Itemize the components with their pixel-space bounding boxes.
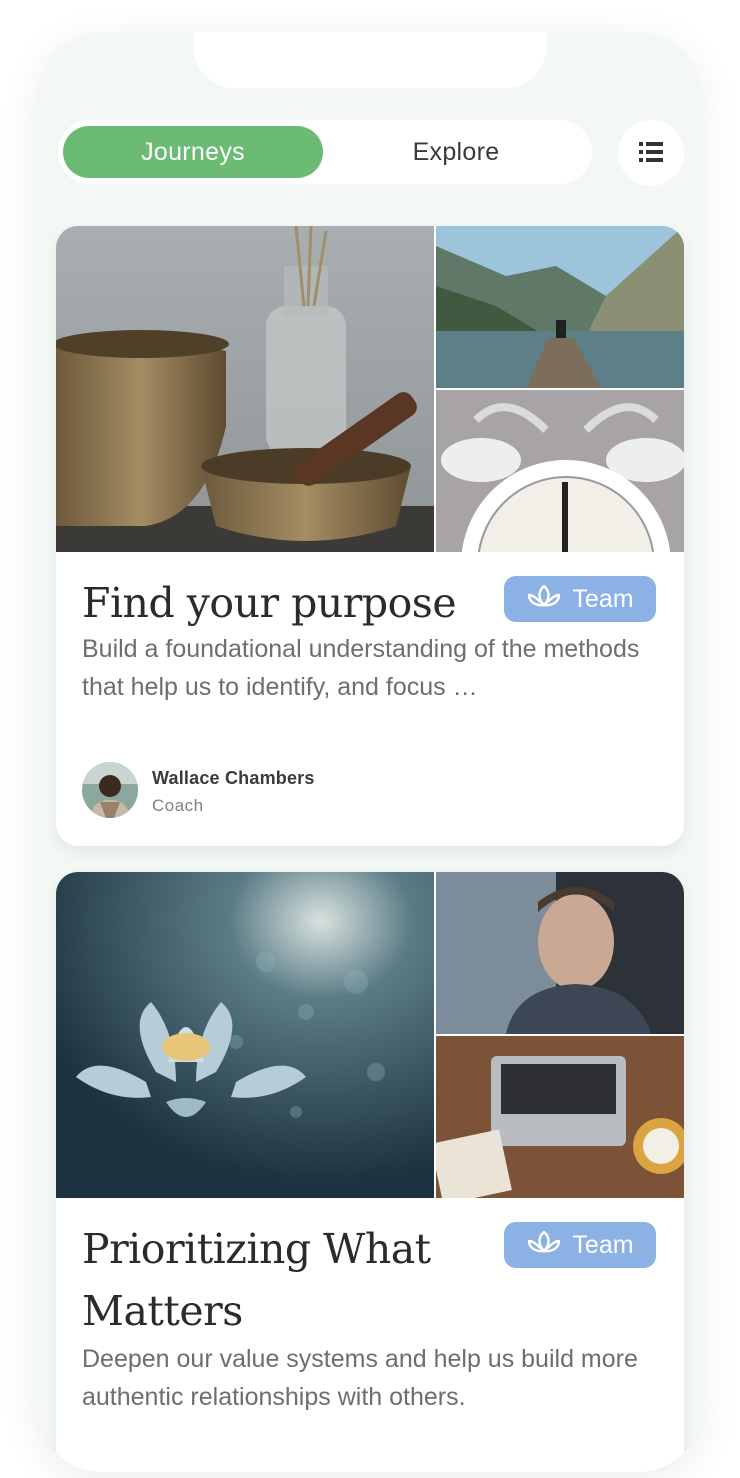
- man-portrait-photo: [436, 872, 684, 1034]
- journey-image-mosaic: [56, 872, 684, 1198]
- tab-explore[interactable]: Explore: [326, 126, 586, 178]
- journey-title: Prioritizing What Matters: [82, 1225, 431, 1335]
- phone-frame: Journeys Explore Find your purpose Team …: [38, 32, 702, 1472]
- lotus-icon: [526, 583, 562, 616]
- journey-title: Find your purpose: [82, 579, 457, 627]
- tab-journeys[interactable]: Journeys: [63, 126, 323, 178]
- badge-label: Team: [572, 584, 634, 613]
- badge-label: Team: [572, 1230, 634, 1259]
- journey-description: Deepen our value systems and help us bui…: [82, 1345, 638, 1411]
- lotus-icon: [526, 1229, 562, 1262]
- journey-image-mosaic: [56, 226, 684, 552]
- lotus-flower-photo: [56, 872, 434, 1198]
- device-notch: [194, 32, 546, 88]
- mountain-lake-photo: [436, 226, 684, 388]
- list-view-button[interactable]: [618, 120, 684, 186]
- journey-description: Build a foundational understanding of th…: [82, 635, 640, 701]
- journey-card[interactable]: Prioritizing What Matters Team Deepen ou…: [56, 872, 684, 1472]
- journeys-explore-toggle: Journeys Explore: [58, 120, 592, 184]
- author-name: Wallace Chambers: [152, 768, 315, 788]
- singing-bowls-photo: [56, 226, 434, 552]
- list-icon: [638, 141, 664, 166]
- author-role: Coach: [152, 796, 204, 815]
- team-badge: Team: [504, 1222, 656, 1268]
- avatar: [82, 762, 138, 818]
- team-badge: Team: [504, 576, 656, 622]
- laptop-desk-photo: [436, 1036, 684, 1198]
- alarm-clock-photo: [436, 390, 684, 552]
- journey-card[interactable]: Find your purpose Team Build a foundatio…: [56, 226, 684, 846]
